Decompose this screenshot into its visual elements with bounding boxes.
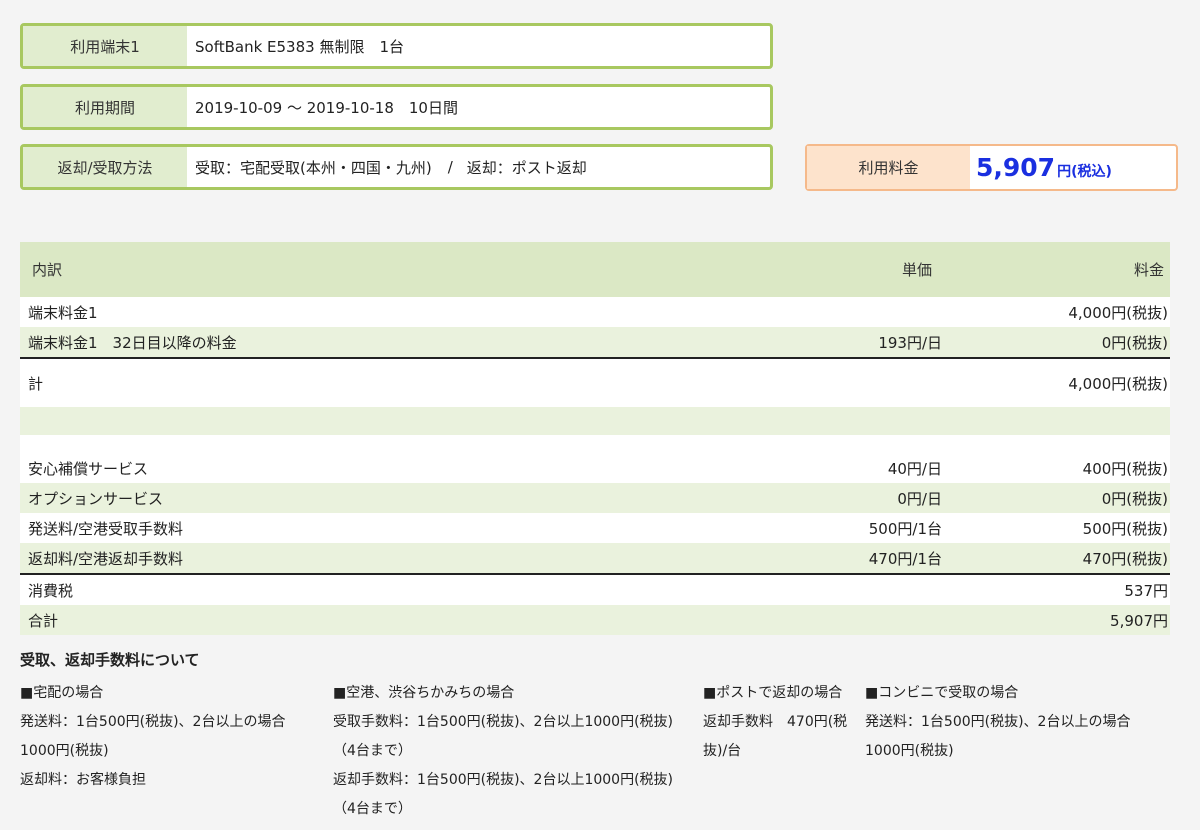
- subtotal-row: 計 4,000円(税抜): [20, 357, 1170, 407]
- tax-row: 消費税 537円: [20, 573, 1170, 605]
- total-label: 合計: [20, 605, 730, 635]
- period-label: 利用期間: [23, 87, 187, 127]
- row-unit-price: 40円/日: [730, 453, 970, 483]
- header-fee: 料金: [970, 242, 1170, 297]
- row-fee: 4,000円(税抜): [970, 297, 1170, 327]
- table-row: 発送料/空港受取手数料 500円/1台 500円(税抜): [20, 513, 1170, 543]
- note-line: 発送料：1台500円(税抜)、2台以上の場合: [865, 714, 1131, 730]
- breakdown-table: 内訳 単価 料金 端末料金1 4,000円(税抜) 端末料金1 32日目以降の料…: [20, 242, 1170, 635]
- method-label: 返却/受取方法: [23, 147, 187, 187]
- row-item: オプションサービス: [20, 483, 730, 513]
- note-line: 1000円(税抜): [865, 743, 954, 759]
- row-item: 端末料金1: [20, 297, 730, 327]
- tax-label: 消費税: [20, 573, 730, 605]
- period-info-box: 利用期間 2019-10-09 〜 2019-10-18 10日間: [20, 84, 773, 130]
- table-row: 安心補償サービス 40円/日 400円(税抜): [20, 453, 1170, 483]
- row-fee: 500円(税抜): [970, 513, 1170, 543]
- row-fee: 0円(税抜): [970, 327, 1170, 358]
- row-unit-price: 0円/日: [730, 483, 970, 513]
- table-row: 端末料金1 4,000円(税抜): [20, 297, 1170, 327]
- device-info-box: 利用端末1 SoftBank E5383 無制限 1台: [20, 23, 773, 69]
- note-line: 1000円(税抜): [20, 743, 109, 759]
- row-item: 安心補償サービス: [20, 453, 730, 483]
- receive-method: 受取：宅配受取(本州・四国・九州): [195, 158, 432, 177]
- price-amount: 5,907: [976, 153, 1056, 182]
- note-heading: ■空港、渋谷ちかみちの場合: [333, 685, 515, 701]
- return-method: 返却：ポスト返却: [466, 158, 587, 177]
- device-label: 利用端末1: [23, 26, 187, 66]
- notes-title: 受取、返却手数料について: [20, 651, 200, 669]
- note-heading: ■コンビニで受取の場合: [865, 685, 1019, 701]
- note-heading: ■宅配の場合: [20, 685, 104, 701]
- airport-note: ■空港、渋谷ちかみちの場合 受取手数料：1台500円(税抜)、2台以上1000円…: [333, 679, 673, 824]
- note-line: 返却手数料 470円(税: [703, 714, 848, 730]
- row-unit-price: 193円/日: [730, 327, 970, 358]
- row-unit-price: 470円/1台: [730, 543, 970, 574]
- row-fee: 400円(税抜): [970, 453, 1170, 483]
- note-line: （4台まで）: [333, 743, 412, 759]
- price-label: 利用料金: [807, 146, 970, 189]
- period-value: 2019-10-09 〜 2019-10-18 10日間: [195, 98, 458, 117]
- row-item: 発送料/空港受取手数料: [20, 513, 730, 543]
- price-box: 利用料金 5,907 円(税込): [805, 144, 1178, 191]
- note-line: 返却手数料：1台500円(税抜)、2台以上1000円(税抜): [333, 772, 674, 788]
- note-line: 抜)/台: [703, 743, 742, 759]
- device-value: SoftBank E5383 無制限 1台: [195, 37, 405, 56]
- row-fee: 0円(税抜): [970, 483, 1170, 513]
- table-row: 返却料/空港返却手数料 470円/1台 470円(税抜): [20, 543, 1170, 574]
- row-unit-price: 500円/1台: [730, 513, 970, 543]
- price-value: 5,907 円(税込): [970, 146, 1176, 189]
- row-item: 端末料金1 32日目以降の料金: [20, 327, 730, 358]
- table-header-row: 内訳 単価 料金: [20, 242, 1170, 297]
- row-unit-price: [730, 297, 970, 327]
- subtotal-fee: 4,000円(税抜): [970, 357, 1170, 407]
- method-info-box: 返却/受取方法 受取：宅配受取(本州・四国・九州) / 返却：ポスト返却: [20, 144, 773, 190]
- post-return-note: ■ポストで返却の場合 返却手数料 470円(税 抜)/台: [703, 679, 847, 766]
- total-fee: 5,907円: [970, 605, 1170, 635]
- method-separator: /: [447, 158, 453, 176]
- method-value: 受取：宅配受取(本州・四国・九州) / 返却：ポスト返却: [187, 147, 770, 187]
- row-fee: 470円(税抜): [970, 543, 1170, 574]
- table-row: オプションサービス 0円/日 0円(税抜): [20, 483, 1170, 513]
- note-line: 発送料：1台500円(税抜)、2台以上の場合: [20, 714, 286, 730]
- price-suffix: 円(税込): [1057, 163, 1112, 180]
- note-line: 返却料：お客様負担: [20, 772, 146, 788]
- spacer-row: [20, 407, 1170, 435]
- row-item: 返却料/空港返却手数料: [20, 543, 730, 574]
- home-delivery-note: ■宅配の場合 発送料：1台500円(税抜)、2台以上の場合 1000円(税抜) …: [20, 679, 285, 795]
- blank-row: [20, 435, 1170, 453]
- total-row: 合計 5,907円: [20, 605, 1170, 635]
- tax-fee: 537円: [970, 573, 1170, 605]
- header-item: 内訳: [20, 242, 730, 297]
- convenience-store-note: ■コンビニで受取の場合 発送料：1台500円(税抜)、2台以上の場合 1000円…: [865, 679, 1130, 766]
- subtotal-label: 計: [20, 357, 730, 407]
- note-line: （4台まで）: [333, 801, 412, 817]
- note-heading: ■ポストで返却の場合: [703, 685, 843, 701]
- header-unit-price: 単価: [730, 242, 970, 297]
- table-row: 端末料金1 32日目以降の料金 193円/日 0円(税抜): [20, 327, 1170, 358]
- note-line: 受取手数料：1台500円(税抜)、2台以上1000円(税抜): [333, 714, 674, 730]
